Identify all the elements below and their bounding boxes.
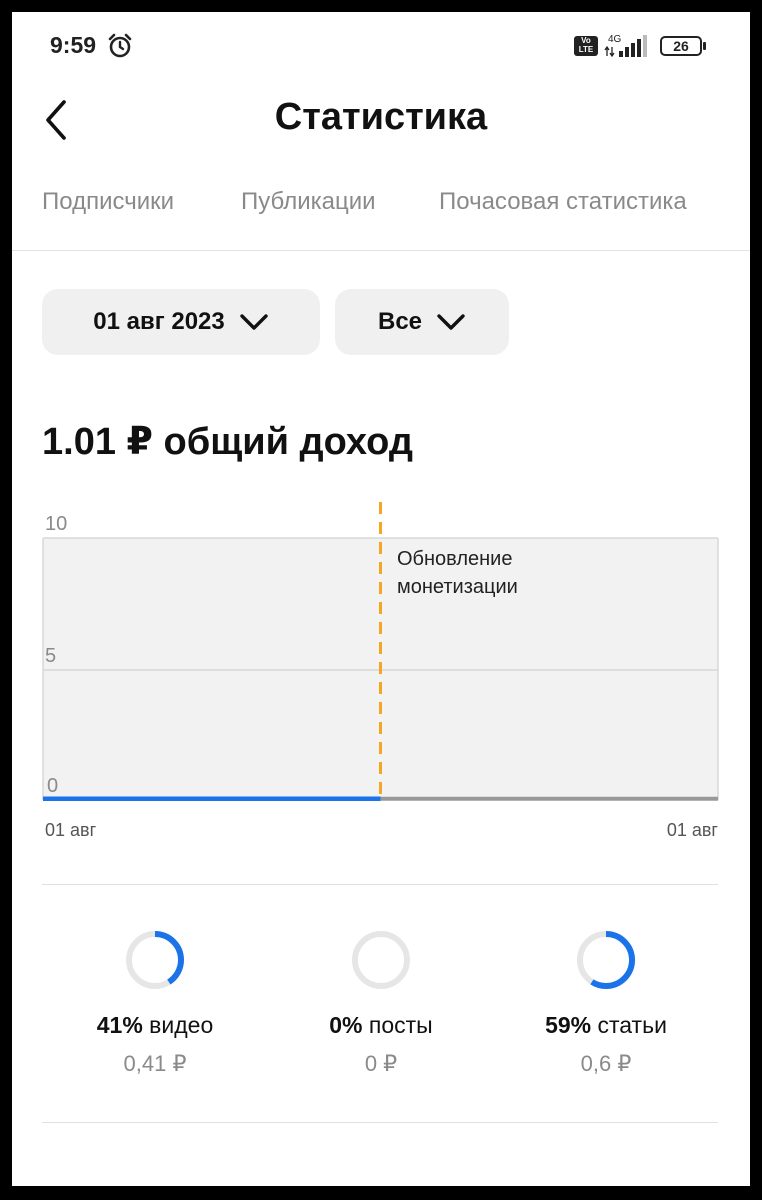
video-share-ring-icon <box>126 931 184 989</box>
posts-amount: 0 ₽ <box>364 1051 398 1076</box>
screen: 9:59 Vo LTE 4G 26 Статистика Подписчики … <box>12 12 750 1186</box>
battery-level: 26 <box>673 38 689 54</box>
date-filter-dropdown[interactable]: 01 авг 2023 <box>42 289 320 355</box>
volte-line2: LTE <box>578 45 594 54</box>
income-chart: Обновление монетизации 10 5 0 01 авг 01 … <box>42 502 719 840</box>
y-tick-5: 5 <box>45 645 56 667</box>
video-share-label: 41% видео <box>45 1012 265 1039</box>
articles-amount: 0,6 ₽ <box>580 1051 632 1076</box>
video-amount: 0,41 ₽ <box>123 1051 187 1076</box>
tab-hourly-stats[interactable]: Почасовая статистика <box>439 188 687 216</box>
annotation-label-line2: монетизации <box>397 576 518 598</box>
tab-subscribers[interactable]: Подписчики <box>42 188 174 216</box>
alarm-clock-icon <box>108 33 132 58</box>
x-tick-start: 01 авг <box>45 820 97 840</box>
volte-icon: Vo LTE <box>574 36 598 56</box>
signal-icon: 4G <box>604 34 647 58</box>
annotation-label-line1: Обновление <box>397 548 512 570</box>
divider-top <box>42 884 718 885</box>
divider-bottom <box>42 1122 718 1123</box>
breakdown-posts: 0% посты 0 ₽ <box>271 928 491 1077</box>
articles-label: статьи <box>597 1012 667 1038</box>
posts-percent: 0% <box>329 1012 363 1038</box>
type-filter-label: Все <box>377 308 423 335</box>
articles-percent: 59% <box>545 1012 592 1038</box>
y-tick-10: 10 <box>45 513 67 535</box>
posts-share-label: 0% посты <box>271 1012 491 1039</box>
type-filter-dropdown[interactable]: Все <box>335 289 509 355</box>
y-tick-0: 0 <box>47 775 58 797</box>
status-time: 9:59 <box>50 32 97 58</box>
articles-share-ring-icon <box>577 931 635 989</box>
breakdown-articles: 59% статьи 0,6 ₽ <box>496 928 716 1077</box>
tab-bar: Подписчики Публикации Почасовая статисти… <box>12 184 750 251</box>
posts-label: посты <box>368 1012 433 1038</box>
video-label: видео <box>149 1012 214 1038</box>
total-income: 1.01 ₽ общий доход <box>42 421 413 463</box>
battery-icon: 26 <box>660 36 708 56</box>
video-percent: 41% <box>96 1012 143 1038</box>
x-tick-end: 01 авг <box>667 820 719 840</box>
date-filter-label: 01 авг 2023 <box>93 308 225 335</box>
articles-share-label: 59% статьи <box>496 1012 716 1039</box>
volte-line1: Vo <box>581 36 591 45</box>
page-title: Статистика <box>274 96 488 138</box>
chevron-down-icon <box>240 314 268 330</box>
breakdown-video: 41% видео 0,41 ₽ <box>45 928 265 1077</box>
chevron-down-icon <box>437 314 465 330</box>
posts-share-ring-icon <box>352 931 410 989</box>
network-type: 4G <box>608 34 622 45</box>
tab-publications[interactable]: Публикации <box>241 188 376 216</box>
